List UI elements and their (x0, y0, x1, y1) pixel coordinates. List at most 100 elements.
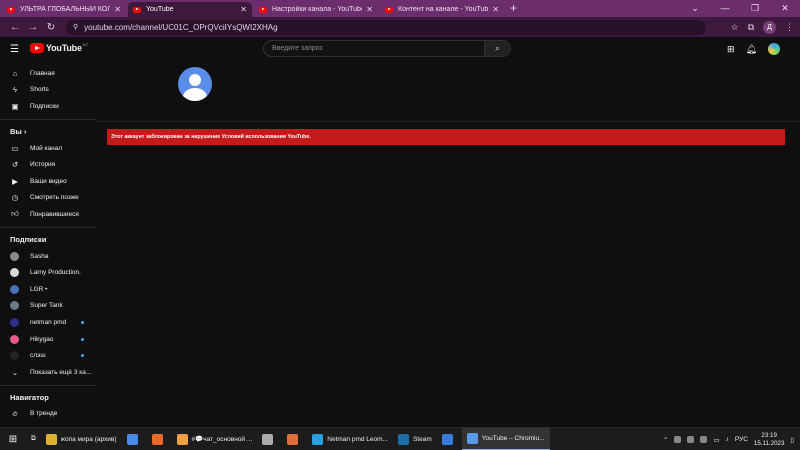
chevron-down-icon: ⌄ (11, 367, 19, 377)
sidebar-item-label: В тренде (30, 410, 58, 418)
sidebar-item-your-videos[interactable]: ▶ Ваши видео (0, 173, 96, 190)
tab-2[interactable]: Настройки канала - YouTube St ✕ (254, 2, 378, 17)
sidebar-item-my-channel[interactable]: ▭ Мой канал (0, 140, 96, 157)
sidebar-item-label: Смотреть позже (30, 194, 79, 202)
taskbar-app[interactable] (282, 428, 307, 450)
youtube-play-icon (30, 43, 44, 53)
forward-arrow-icon[interactable]: → (24, 22, 42, 33)
subscriptions-heading: Подписки (10, 234, 47, 244)
bookmark-star-icon[interactable]: ☆ (730, 22, 738, 33)
profile-avatar[interactable]: Д (763, 20, 776, 34)
taskbar-app[interactable] (437, 428, 462, 450)
volume-icon[interactable]: ♪ (726, 436, 729, 443)
divider (0, 226, 96, 228)
taskbar-app[interactable] (122, 428, 147, 450)
sidebar-item-history[interactable]: ↺ История (0, 156, 96, 173)
close-tab-icon[interactable]: ✕ (366, 5, 373, 14)
sidebar-item-subscription[interactable]: netman pmd (0, 314, 96, 331)
taskbar-app[interactable] (147, 428, 172, 450)
sidebar-item-subscription[interactable]: Sasha (0, 248, 96, 265)
create-video-icon[interactable]: ⊞ (727, 44, 735, 55)
notifications-bell-icon[interactable]: 🔔︎ (746, 44, 757, 55)
like-icon: 👍︎ (11, 209, 19, 219)
taskbar-app[interactable]: Steam (393, 428, 437, 450)
app-icon (397, 433, 409, 445)
logo-text: YouTube (46, 43, 82, 53)
clock[interactable]: 23:19 15.11.2023 (754, 432, 785, 448)
close-tab-icon[interactable]: ✕ (114, 5, 121, 14)
app-icon (312, 433, 324, 445)
windows-start-icon[interactable]: ⊞ (0, 434, 26, 445)
sidebar-item-liked[interactable]: 👍︎ Понравившиеся (0, 206, 96, 223)
site-info-icon[interactable]: ⚲ (73, 23, 78, 31)
tab-title: YouTube (146, 6, 174, 13)
tray-overflow-icon[interactable]: ⌃ (663, 436, 668, 444)
taskbar-app-label: #💬чат_основной ... (191, 436, 253, 443)
taskbar-app[interactable] (257, 428, 282, 450)
minimize-icon[interactable]: — (710, 0, 740, 17)
tab-search-icon[interactable]: ⌄ (680, 0, 710, 17)
sidebar-item-subscription[interactable]: LGR • (0, 281, 96, 298)
address-bar[interactable]: ⚲ youtube.com/channel/UC01C_OPrQVciIYsQW… (66, 19, 706, 35)
app-icon (287, 433, 299, 445)
browser-menu-icon[interactable]: ⋮ (785, 22, 794, 33)
tab-0[interactable]: УЛЬТРА ГЛОБАЛЬНЫЙ КОЛЛАП ✕ (2, 2, 126, 17)
trending-icon: 🔥︎ (12, 408, 18, 418)
browser-toolbar: ← → ↻ ⚲ youtube.com/channel/UC01C_OPrQVc… (0, 17, 800, 37)
youtube-logo[interactable]: YouTube KZ (30, 42, 88, 53)
extensions-icon[interactable]: ⧉ (748, 22, 754, 33)
taskbar-app[interactable]: Netman pmd Leom... (307, 428, 393, 450)
show-more-button[interactable]: ⌄ Показать ещё 3 ка... (0, 364, 96, 381)
youtube-favicon-icon (385, 6, 393, 13)
tray-app-icon[interactable] (687, 436, 695, 443)
sidebar-item-subscription[interactable]: слэш (0, 347, 96, 364)
close-window-icon[interactable]: ✕ (770, 0, 800, 17)
back-arrow-icon[interactable]: ← (6, 22, 24, 33)
tray-app-icon[interactable] (700, 436, 708, 443)
sidebar-item-trending[interactable]: 🔥︎ В тренде (0, 406, 96, 423)
window-controls: ⌄ — ❐ ✕ (680, 0, 800, 17)
sidebar-item-shorts[interactable]: ϟ Shorts (0, 82, 96, 99)
taskbar-app[interactable]: #💬чат_основной ... (172, 428, 258, 450)
sidebar-item-label: Мой канал (30, 144, 63, 152)
menu-hamburger-icon[interactable]: ☰ (10, 44, 19, 55)
task-view-icon[interactable]: ⧉ (26, 428, 41, 450)
network-icon[interactable]: ▭ (713, 436, 719, 444)
language-indicator[interactable]: РУС (735, 436, 748, 443)
sidebar-item-label: История (30, 161, 56, 169)
close-tab-icon[interactable]: ✕ (492, 5, 499, 14)
taskbar-app-label: жопа мира (архив) (60, 435, 117, 443)
windows-taskbar: ⊞ ⧉ жопа мира (архив) #💬чат_основной ... N… (0, 427, 800, 450)
app-icon (45, 433, 57, 445)
sidebar-item-label: Понравившиеся (30, 210, 79, 218)
taskbar-app[interactable]: YouTube – Chromiu... (461, 427, 550, 450)
sidebar-item-watch-later[interactable]: ◷ Смотреть позже (0, 190, 96, 207)
sidebar-item-subscription[interactable]: Super Tank (0, 298, 96, 315)
taskbar-app-label: Steam (412, 435, 432, 443)
tab-3[interactable]: Контент на канале - YouTube St ✕ (380, 2, 504, 17)
sidebar-item-subscription[interactable]: Hikygao (0, 331, 96, 348)
tab-1[interactable]: YouTube ✕ (128, 2, 252, 17)
search-input[interactable] (264, 41, 484, 56)
sidebar-item-label: Главная (30, 69, 55, 77)
taskbar-app-label: Netman pmd Leom... (327, 435, 388, 443)
subscriptions-icon: ▣ (11, 101, 19, 111)
notifications-icon[interactable]: ▯ (790, 436, 794, 444)
search-box: ⌕ (263, 40, 511, 57)
search-icon[interactable]: ⌕ (484, 41, 510, 56)
maximize-icon[interactable]: ❐ (740, 0, 770, 17)
sidebar-item-subscription[interactable]: Larny Production. (0, 264, 96, 281)
account-avatar[interactable] (768, 43, 780, 55)
new-tab-button[interactable]: + (504, 2, 523, 17)
taskbar-app[interactable]: жопа мира (архив) (41, 428, 122, 450)
app-icon (151, 433, 163, 445)
chevron-right-icon: › (23, 126, 27, 136)
sidebar-item-subscriptions[interactable]: ▣ Подписки (0, 98, 96, 115)
tray-app-icon[interactable] (674, 436, 682, 443)
you-section-heading[interactable]: Вы › (0, 124, 96, 140)
divider (0, 384, 96, 386)
close-tab-icon[interactable]: ✕ (240, 5, 247, 14)
reload-icon[interactable]: ↻ (42, 22, 60, 33)
sidebar-item-home[interactable]: ⌂ Главная (0, 65, 96, 82)
new-content-dot (81, 320, 84, 324)
